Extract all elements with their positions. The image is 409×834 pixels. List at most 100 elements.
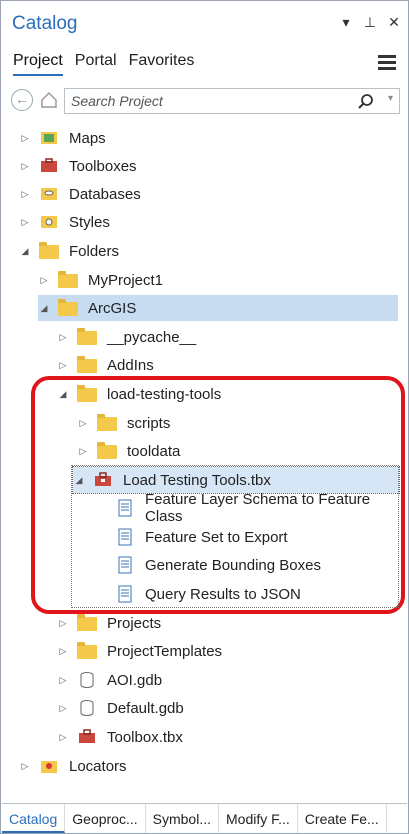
expand-icon[interactable]: ▷ xyxy=(57,675,69,686)
folder-icon xyxy=(77,614,97,632)
expand-icon[interactable]: ▷ xyxy=(38,275,50,286)
tree-item-toolbox-tbx[interactable]: ▷ Toolbox.tbx xyxy=(57,724,183,750)
search-input[interactable] xyxy=(69,91,349,111)
expand-icon[interactable]: ▷ xyxy=(19,761,31,772)
tree-item-label: MyProject1 xyxy=(88,271,164,289)
pin-icon[interactable]: ⊥ xyxy=(363,14,377,31)
expand-icon[interactable]: ▷ xyxy=(57,618,69,629)
collapse-icon[interactable]: ◢ xyxy=(19,246,31,257)
tree-item-label: scripts xyxy=(127,414,171,432)
tree-item-tool[interactable]: Feature Layer Schema to Feature Class xyxy=(115,491,409,525)
folder-icon xyxy=(77,328,97,346)
expand-icon[interactable]: ▷ xyxy=(19,189,31,200)
tree-item-addins[interactable]: ▷ AddIns xyxy=(57,352,154,378)
tree-item-label: Toolbox.tbx xyxy=(107,728,183,746)
geodatabase-icon xyxy=(77,671,97,689)
tree-item-databases[interactable]: ▷ Databases xyxy=(19,181,141,207)
pane-menu-icon[interactable]: ▾ xyxy=(339,14,353,31)
tab-project[interactable]: Project xyxy=(13,52,63,76)
pane-title: Catalog xyxy=(12,13,78,34)
locator-icon xyxy=(39,757,59,775)
hamburger-menu-icon[interactable] xyxy=(378,55,396,71)
toolbox-icon xyxy=(39,157,59,175)
home-icon[interactable] xyxy=(39,90,59,110)
tree-item-tool[interactable]: Generate Bounding Boxes xyxy=(115,552,321,578)
title-bar: Catalog ▾ ⊥ ✕ xyxy=(2,2,407,42)
tree-item-label: Load Testing Tools.tbx xyxy=(123,471,271,489)
tree-item-label: __pycache__ xyxy=(107,328,197,346)
tree-item-label: Default.gdb xyxy=(107,699,184,717)
expand-icon[interactable]: ▷ xyxy=(19,133,31,144)
tree-item-label: ArcGIS xyxy=(88,299,137,317)
tab-create-features[interactable]: Create Fe... xyxy=(298,804,387,833)
toolbox-icon xyxy=(77,728,97,746)
script-tool-icon xyxy=(115,556,135,574)
close-icon[interactable]: ✕ xyxy=(387,14,401,31)
folder-icon xyxy=(77,385,97,403)
tree-item-load-testing-tools[interactable]: ◢ load-testing-tools xyxy=(57,381,221,407)
chevron-down-icon[interactable]: ▾ xyxy=(388,93,393,104)
geodatabase-icon xyxy=(77,699,97,717)
script-tool-icon xyxy=(115,585,135,603)
tab-geoprocessing[interactable]: Geoproc... xyxy=(65,804,146,833)
tree-item-load-testing-tbx[interactable]: ◢ Load Testing Tools.tbx xyxy=(72,466,400,494)
maps-icon xyxy=(39,129,59,147)
folder-icon xyxy=(97,442,117,460)
expand-icon[interactable]: ▷ xyxy=(57,360,69,371)
tab-portal[interactable]: Portal xyxy=(75,52,117,76)
expand-icon[interactable]: ▷ xyxy=(57,732,69,743)
tree-item-label: Locators xyxy=(69,757,127,775)
tree-item-label: ProjectTemplates xyxy=(107,642,223,660)
tree-item-tool[interactable]: Query Results to JSON xyxy=(115,581,301,607)
tree-item-projecttemplates[interactable]: ▷ ProjectTemplates xyxy=(57,638,222,664)
tree-item-styles[interactable]: ▷ Styles xyxy=(19,209,110,235)
back-arrow-icon[interactable]: ← xyxy=(11,89,33,111)
tree-item-label: Maps xyxy=(69,129,106,147)
tree-item-default-gdb[interactable]: ▷ Default.gdb xyxy=(57,695,184,721)
tree-item-toolboxes[interactable]: ▷ Toolboxes xyxy=(19,153,137,179)
catalog-tabs: Project Portal Favorites xyxy=(13,52,194,76)
search-box: ▾ xyxy=(64,88,400,114)
tree-item-label: Styles xyxy=(69,213,110,231)
tree-item-myproject1[interactable]: ▷ MyProject1 xyxy=(38,267,163,293)
toolbox-icon xyxy=(93,471,113,489)
tree-item-maps[interactable]: ▷ Maps xyxy=(19,125,106,151)
tree-item-tooldata[interactable]: ▷ tooldata xyxy=(77,438,180,464)
tree-item-arcgis[interactable]: ◢ ArcGIS xyxy=(38,295,398,321)
tree-item-projects[interactable]: ▷ Projects xyxy=(57,610,161,636)
tree-item-tool[interactable]: Feature Set to Export xyxy=(115,524,288,550)
tree-item-label: AddIns xyxy=(107,356,154,374)
tree-item-label: Query Results to JSON xyxy=(145,585,301,603)
collapse-icon[interactable]: ◢ xyxy=(57,389,69,400)
script-tool-icon xyxy=(115,499,135,517)
collapse-icon[interactable]: ◢ xyxy=(38,303,50,314)
tree-item-locators[interactable]: ▷ Locators xyxy=(19,753,127,779)
expand-icon[interactable]: ▷ xyxy=(19,217,31,228)
folder-icon xyxy=(97,414,117,432)
collapse-icon[interactable]: ◢ xyxy=(73,475,85,486)
tree-item-label: tooldata xyxy=(127,442,181,460)
tab-catalog[interactable]: Catalog xyxy=(2,804,66,833)
tab-symbology[interactable]: Symbol... xyxy=(146,804,219,833)
tab-modify-features[interactable]: Modify F... xyxy=(219,804,298,833)
folder-icon xyxy=(58,299,78,317)
tree-item-label: load-testing-tools xyxy=(107,385,222,403)
expand-icon[interactable]: ▷ xyxy=(57,332,69,343)
tree-item-label: Feature Set to Export xyxy=(145,528,288,546)
expand-icon[interactable]: ▷ xyxy=(57,646,69,657)
tree-item-pycache[interactable]: ▷ __pycache__ xyxy=(57,324,196,350)
tree-item-aoi-gdb[interactable]: ▷ AOI.gdb xyxy=(57,667,163,693)
bottom-tab-strip: Catalog Geoproc... Symbol... Modify F...… xyxy=(2,803,407,833)
home-folder-icon xyxy=(58,271,78,289)
expand-icon[interactable]: ▷ xyxy=(77,446,89,457)
folder-icon xyxy=(77,642,97,660)
search-icon[interactable] xyxy=(357,93,375,111)
expand-icon[interactable]: ▷ xyxy=(57,703,69,714)
tree-item-scripts[interactable]: ▷ scripts xyxy=(77,410,170,436)
tab-favorites[interactable]: Favorites xyxy=(129,52,195,76)
expand-icon[interactable]: ▷ xyxy=(19,161,31,172)
expand-icon[interactable]: ▷ xyxy=(77,418,89,429)
tree-item-label: Feature Layer Schema to Feature Class xyxy=(145,491,371,525)
tree-item-folders[interactable]: ◢ Folders xyxy=(19,238,119,264)
tree-item-label: Folders xyxy=(69,242,120,260)
